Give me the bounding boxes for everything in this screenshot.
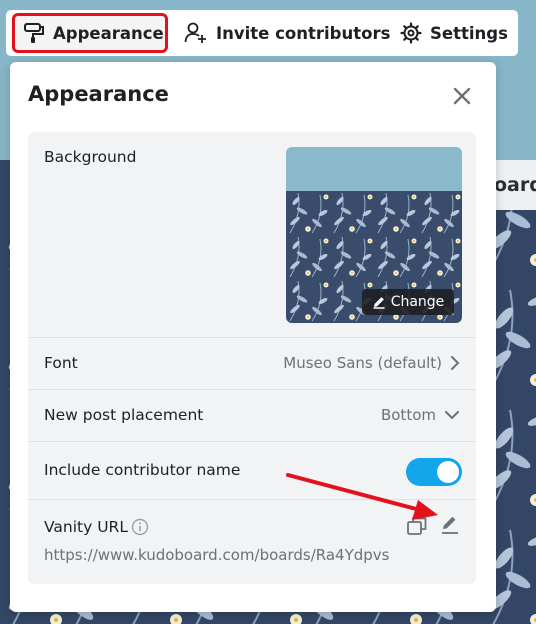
- settings-label: Settings: [430, 23, 508, 43]
- font-selector[interactable]: Museo Sans (default): [283, 354, 460, 372]
- appearance-button[interactable]: Appearance: [12, 13, 168, 53]
- background-thumbnail[interactable]: Change: [286, 147, 462, 323]
- settings-panel: Background Change Font Museo Sans (defau…: [28, 132, 476, 584]
- font-label: Font: [44, 354, 78, 372]
- contributor-name-row: Include contributor name: [28, 442, 476, 500]
- post-placement-row[interactable]: New post placement Bottom: [28, 390, 476, 442]
- appearance-modal: Appearance Background Change Font Museo …: [10, 62, 496, 612]
- edit-icon[interactable]: [440, 514, 460, 536]
- change-label: Change: [390, 294, 445, 310]
- contributor-name-toggle[interactable]: [406, 458, 462, 486]
- contributor-name-label: Include contributor name: [44, 461, 241, 479]
- toggle-knob: [437, 461, 459, 483]
- gear-icon: [400, 22, 422, 44]
- board-toolbar: Appearance Invite contributors Settings: [6, 10, 518, 56]
- post-placement-select[interactable]: Bottom: [381, 406, 460, 424]
- vanity-url-label: Vanity URL: [44, 518, 128, 536]
- font-row[interactable]: Font Museo Sans (default): [28, 338, 476, 390]
- thumbnail-sky: [286, 147, 462, 191]
- modal-title: Appearance: [28, 82, 169, 106]
- info-icon[interactable]: [131, 518, 149, 536]
- background-row: Background Change: [28, 132, 476, 338]
- pencil-icon: [373, 297, 385, 309]
- background-label: Background: [44, 148, 137, 166]
- font-value: Museo Sans (default): [283, 354, 442, 372]
- vanity-url-row: Vanity URL https://www.kudoboard.com/boa…: [28, 500, 476, 584]
- vanity-url-value: https://www.kudoboard.com/boards/Ra4Ydpv…: [44, 546, 390, 564]
- change-background-button[interactable]: Change: [362, 289, 454, 315]
- invite-contributors-button[interactable]: Invite contributors: [184, 13, 390, 53]
- post-placement-value: Bottom: [380, 406, 436, 424]
- chevron-down-icon: [445, 411, 459, 420]
- add-user-icon: [184, 22, 206, 43]
- copy-icon[interactable]: [406, 516, 428, 536]
- appearance-label: Appearance: [53, 23, 164, 43]
- paint-roller-icon: [24, 23, 44, 43]
- close-icon[interactable]: [450, 84, 474, 108]
- chevron-right-icon: [451, 356, 460, 370]
- post-placement-label: New post placement: [44, 406, 204, 424]
- settings-button[interactable]: Settings: [400, 13, 508, 53]
- invite-label: Invite contributors: [216, 23, 391, 43]
